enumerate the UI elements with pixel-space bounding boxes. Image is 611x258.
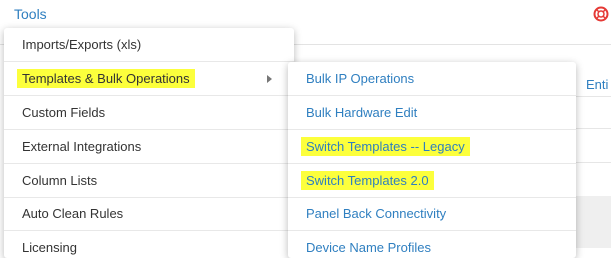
background-row-divider [576, 128, 611, 129]
background-row-divider [576, 96, 611, 97]
background-entity-link[interactable]: Enti [586, 77, 608, 92]
background-table-strip [576, 196, 611, 248]
menu-item-external-integrations[interactable]: External Integrations [4, 130, 294, 164]
submenu-item-switch-templates-legacy[interactable]: Switch Templates -- Legacy [288, 130, 576, 164]
menu-item-label: Custom Fields [22, 105, 106, 120]
tools-dropdown-menu: Imports/Exports (xls) Templates & Bulk O… [4, 28, 294, 258]
menu-item-imports-exports[interactable]: Imports/Exports (xls) [4, 28, 294, 62]
chevron-right-icon [267, 75, 272, 83]
menu-item-column-lists[interactable]: Column Lists [4, 164, 294, 198]
lifebuoy-icon[interactable] [593, 6, 609, 22]
menu-item-label: Column Lists [22, 173, 98, 188]
background-row-divider [576, 162, 611, 163]
submenu-item-panel-back-connectivity[interactable]: Panel Back Connectivity [288, 197, 576, 231]
submenu-item-bulk-ip-operations[interactable]: Bulk IP Operations [288, 62, 576, 96]
menu-item-auto-clean-rules[interactable]: Auto Clean Rules [4, 197, 294, 231]
menu-item-label: External Integrations [22, 139, 142, 154]
menu-item-label: Templates & Bulk Operations [17, 69, 195, 88]
submenu-item-label: Switch Templates 2.0 [301, 171, 434, 190]
tools-menu-link[interactable]: Tools [14, 6, 47, 22]
menu-item-licensing[interactable]: Licensing [4, 231, 294, 258]
menu-item-label: Imports/Exports (xls) [22, 37, 142, 52]
submenu-item-device-name-profiles[interactable]: Device Name Profiles [288, 231, 576, 258]
submenu-item-label: Switch Templates -- Legacy [301, 137, 470, 156]
submenu-item-label: Bulk Hardware Edit [306, 105, 418, 120]
submenu-item-switch-templates-2[interactable]: Switch Templates 2.0 [288, 164, 576, 198]
templates-submenu: Bulk IP Operations Bulk Hardware Edit Sw… [288, 62, 576, 258]
submenu-item-label: Bulk IP Operations [306, 71, 415, 86]
submenu-item-label: Panel Back Connectivity [306, 206, 447, 221]
menu-item-label: Auto Clean Rules [22, 206, 124, 221]
menu-item-templates-bulk-operations[interactable]: Templates & Bulk Operations [4, 62, 294, 96]
menu-item-custom-fields[interactable]: Custom Fields [4, 96, 294, 130]
submenu-item-bulk-hardware-edit[interactable]: Bulk Hardware Edit [288, 96, 576, 130]
